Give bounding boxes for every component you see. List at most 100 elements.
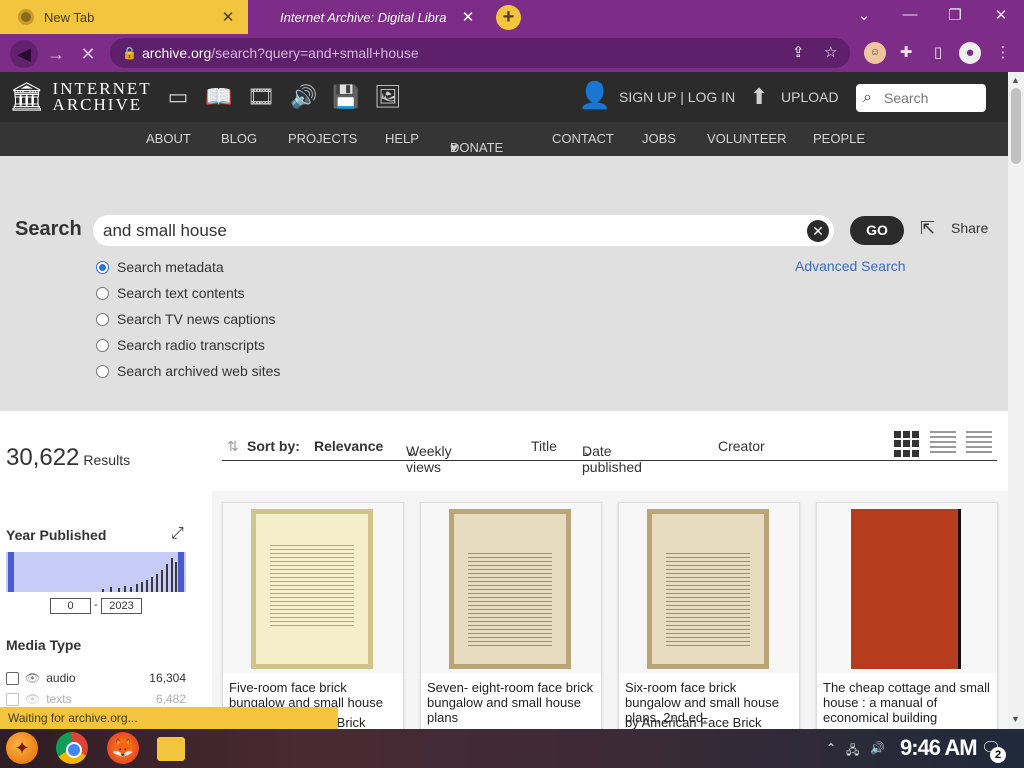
result-tile[interactable]: Five-room face brick bungalow and small … (222, 502, 404, 731)
result-tile[interactable]: Seven- eight-room face brick bungalow an… (420, 502, 602, 731)
tile-title[interactable]: The cheap cottage and small house : a ma… (823, 680, 993, 725)
sort-creator[interactable]: Creator (718, 438, 765, 454)
result-tile[interactable]: The cheap cottage and small house : a ma… (816, 502, 998, 731)
texts-book-icon[interactable]: 📖 (205, 84, 233, 110)
menu-dots-icon[interactable]: ⋮ (992, 42, 1014, 64)
nav-projects[interactable]: PROJECTS (288, 131, 357, 146)
ia-logo[interactable]: 🏛 INTERNET ARCHIVE (9, 80, 152, 113)
scroll-up-icon[interactable]: ▲ (1011, 75, 1020, 85)
file-explorer-icon[interactable] (157, 737, 185, 761)
tab-internet-archive[interactable]: Internet Archive: Digital Libra ✕ (248, 0, 488, 34)
tab-close-icon[interactable]: ✕ (458, 8, 478, 26)
software-disk-icon[interactable]: 💾 (332, 84, 360, 110)
bookmark-star-icon[interactable]: ☆ (824, 38, 837, 68)
share-link[interactable]: Share (951, 220, 988, 236)
url-path: /search?query=and+small+house (211, 45, 419, 61)
radio-search-web[interactable]: Search archived web sites (96, 363, 280, 379)
scroll-thumb[interactable] (1011, 88, 1021, 164)
advanced-search-link[interactable]: Advanced Search (795, 258, 906, 274)
images-icon[interactable]: 🖼 (374, 84, 402, 110)
radio-search-tv[interactable]: Search TV news captions (96, 311, 276, 327)
nav-volunteer[interactable]: VOLUNTEER (707, 131, 786, 146)
nav-about[interactable]: ABOUT (146, 131, 191, 146)
tab-new-tab[interactable]: New Tab ✕ (0, 0, 248, 34)
lock-icon: 🔒 (122, 46, 137, 60)
page-scrollbar[interactable]: ▲ ▼ (1008, 72, 1024, 729)
tray-expand-icon[interactable]: ⌃ (826, 741, 836, 755)
thumbnail (223, 503, 403, 673)
histogram-right-handle[interactable] (178, 552, 184, 592)
web-icon[interactable]: ▭ (164, 84, 192, 110)
radio-button[interactable] (96, 364, 109, 378)
facet-checkbox[interactable] (6, 671, 19, 685)
scroll-down-icon[interactable]: ▼ (1011, 714, 1020, 724)
new-tab-button[interactable]: + (496, 5, 521, 30)
histogram-bar (156, 574, 158, 592)
radio-search-radio[interactable]: Search radio transcripts (96, 337, 265, 353)
chrome-taskbar-icon[interactable] (56, 732, 88, 764)
nav-contact[interactable]: CONTACT (552, 131, 614, 146)
radio-search-text[interactable]: Search text contents (96, 285, 245, 301)
media-facet-texts[interactable]: 👁 texts 6,482 (6, 692, 186, 706)
sort-title[interactable]: Title (531, 438, 557, 454)
minimize-icon[interactable]: — (896, 6, 924, 23)
side-panel-icon[interactable]: ▯ (927, 42, 949, 64)
start-button[interactable]: ✦ (6, 732, 38, 764)
share-icon[interactable]: ⇱ (920, 218, 935, 239)
tile-title[interactable]: Seven- eight-room face brick bungalow an… (427, 680, 597, 725)
stop-loading-icon[interactable]: ✕ (74, 40, 102, 68)
facet-count: 16,304 (149, 671, 186, 685)
nav-people[interactable]: PEOPLE (813, 131, 865, 146)
extension-avatar-icon[interactable]: ☺ (864, 42, 886, 64)
search-input[interactable]: and small house (93, 215, 834, 246)
firefox-taskbar-icon[interactable]: 🦊 (107, 732, 139, 764)
facet-label: texts (46, 692, 72, 706)
extensions-puzzle-icon[interactable]: ✚ (895, 42, 917, 64)
book-cover-image (251, 509, 373, 669)
header-search-input[interactable]: ⌕ Search (856, 84, 986, 112)
year-from-input[interactable]: 0 (50, 598, 91, 614)
year-histogram[interactable] (6, 552, 186, 592)
close-window-icon[interactable]: ✕ (987, 6, 1015, 24)
expand-histogram-icon[interactable]: ⤢ (171, 525, 184, 543)
facet-checkbox[interactable] (6, 692, 19, 706)
audio-speaker-icon[interactable]: 🔊 (290, 84, 318, 110)
address-bar[interactable]: 🔒 archive.org/search?query=and+small+hou… (110, 38, 850, 68)
user-icon[interactable]: 👤 (578, 80, 612, 114)
radio-button[interactable] (96, 338, 109, 352)
radio-button[interactable] (96, 260, 109, 274)
restore-icon[interactable]: ❐ (941, 6, 969, 24)
go-button[interactable]: GO (850, 216, 904, 245)
signup-login-link[interactable]: SIGN UP | LOG IN (619, 89, 735, 105)
media-facet-audio[interactable]: 👁 audio 16,304 (6, 671, 186, 685)
nav-help[interactable]: HELP (385, 131, 419, 146)
radio-button[interactable] (96, 312, 109, 326)
nav-jobs[interactable]: JOBS (642, 131, 676, 146)
chrome-favicon-icon (18, 9, 34, 25)
year-to-input[interactable]: 2023 (101, 598, 142, 614)
tile-view-icon[interactable] (894, 431, 920, 457)
back-button[interactable]: ◀ (10, 40, 38, 68)
sort-relevance[interactable]: Relevance (314, 438, 383, 454)
nav-blog[interactable]: BLOG (221, 131, 257, 146)
video-film-icon[interactable]: 🎞 (247, 84, 275, 110)
volume-icon[interactable]: 🔊 (870, 741, 885, 755)
network-icon[interactable]: 🖧 (846, 741, 859, 762)
sort-direction-icon[interactable]: ⇅ (227, 438, 239, 455)
taskbar-clock[interactable]: 9:46 AM (900, 735, 978, 761)
radio-button[interactable] (96, 286, 109, 300)
upload-link[interactable]: UPLOAD (781, 89, 839, 105)
compact-view-icon[interactable] (966, 431, 992, 457)
radio-search-metadata[interactable]: Search metadata (96, 259, 224, 275)
result-tile[interactable]: Six-room face brick bungalow and small h… (618, 502, 800, 731)
list-view-icon[interactable] (930, 431, 956, 457)
profile-icon[interactable]: ● (959, 42, 981, 64)
upload-icon[interactable]: ⬆ (750, 84, 768, 110)
share-page-icon[interactable]: ⇪ (792, 38, 805, 68)
tab-close-icon[interactable]: ✕ (218, 8, 238, 26)
clear-search-icon[interactable]: ✕ (807, 220, 829, 242)
histogram-left-handle[interactable] (8, 552, 14, 592)
chevron-down-icon: ⌄ (582, 443, 594, 459)
forward-icon[interactable]: → (42, 40, 70, 68)
tab-search-icon[interactable]: ⌄ (850, 6, 878, 24)
